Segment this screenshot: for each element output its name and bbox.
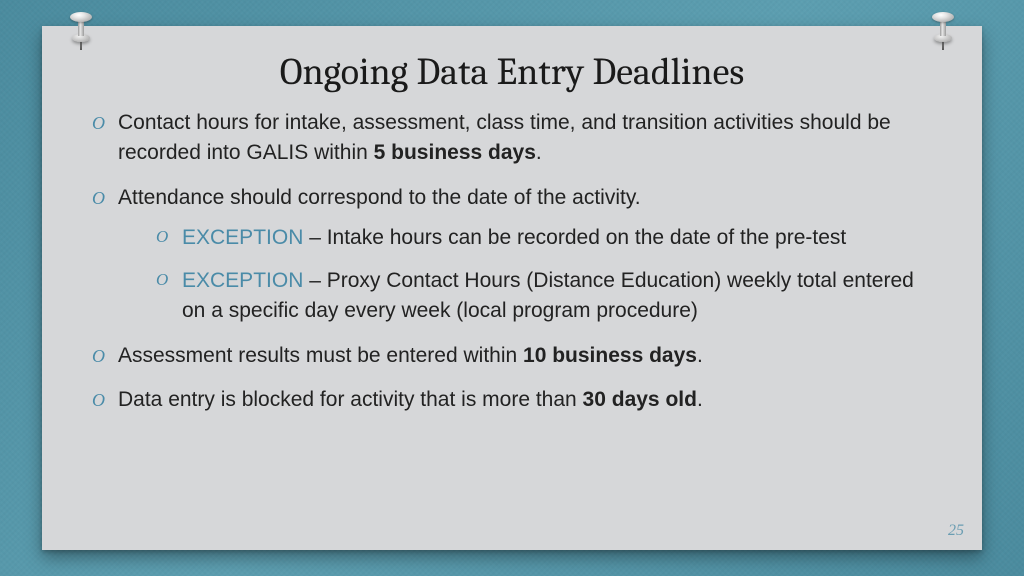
list-item: EXCEPTION – Proxy Contact Hours (Distanc… (154, 266, 934, 327)
bold-text: 10 business days (523, 344, 697, 367)
pushpin-left-icon (68, 12, 94, 52)
slide-card: Ongoing Data Entry Deadlines Contact hou… (42, 26, 982, 550)
exception-label: EXCEPTION (182, 269, 303, 292)
bold-text: 30 days old (583, 388, 697, 411)
bullet-text: . (697, 344, 703, 367)
exception-label: EXCEPTION (182, 226, 303, 249)
list-item: EXCEPTION – Intake hours can be recorded… (154, 223, 934, 253)
sub-bullet-list: EXCEPTION – Intake hours can be recorded… (118, 223, 934, 326)
list-item: Contact hours for intake, assessment, cl… (90, 108, 934, 169)
bullet-text: . (697, 388, 703, 411)
bullet-text: – Intake hours can be recorded on the da… (303, 226, 846, 249)
slide-title: Ongoing Data Entry Deadlines (90, 50, 934, 94)
bullet-text: . (536, 141, 542, 164)
pushpin-right-icon (930, 12, 956, 52)
page-number: 25 (948, 522, 964, 540)
bullet-text: Data entry is blocked for activity that … (118, 388, 583, 411)
bullet-text: Assessment results must be entered withi… (118, 344, 523, 367)
bullet-text: Attendance should correspond to the date… (118, 186, 641, 209)
bullet-list: Contact hours for intake, assessment, cl… (90, 108, 934, 416)
list-item: Data entry is blocked for activity that … (90, 385, 934, 415)
bold-text: 5 business days (374, 141, 536, 164)
list-item: Attendance should correspond to the date… (90, 183, 934, 327)
list-item: Assessment results must be entered withi… (90, 341, 934, 371)
